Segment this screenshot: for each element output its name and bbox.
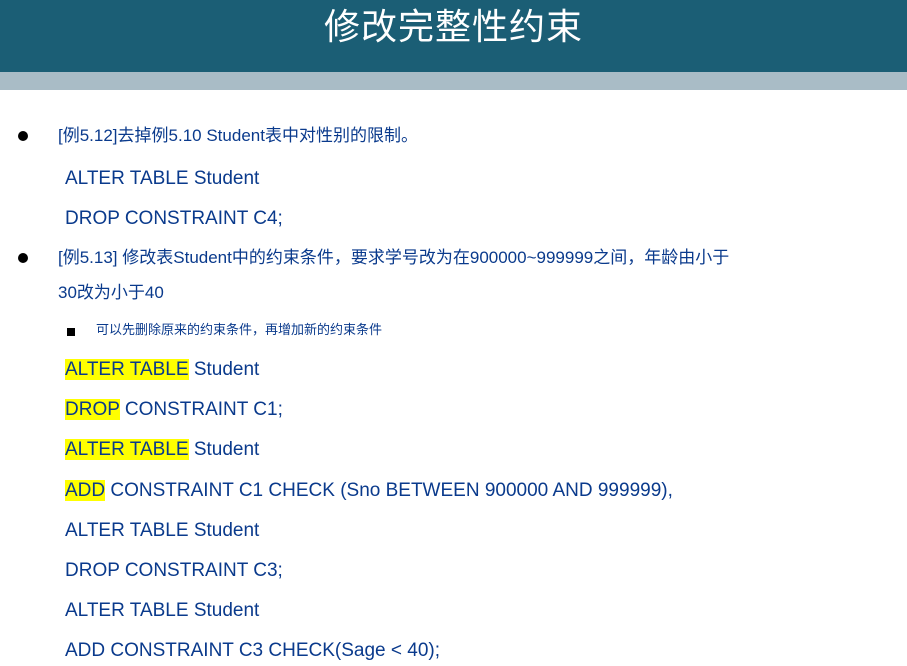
code-line-8: DROP CONSTRAINT C3; bbox=[65, 560, 283, 581]
code-rest: CONSTRAINT C1; bbox=[119, 399, 283, 420]
code-line-7: ALTER TABLE Student bbox=[65, 520, 260, 541]
bullet-example-5-13-line2: 30改为小于40 bbox=[58, 283, 164, 302]
title-divider-stripe bbox=[0, 72, 907, 90]
bullet-example-5-12: [例5.12]去掉例5.10 Student表中对性别的限制。 bbox=[58, 126, 418, 145]
code-rest: Student bbox=[188, 439, 260, 460]
sub-bullet-text: 可以先删除原来的约束条件，再增加新的约束条件 bbox=[96, 323, 383, 338]
bullet-example-5-13-line1: [例5.13] 修改表Student中的约束条件，要求学号改为在900000~9… bbox=[58, 248, 730, 267]
code-line-10: ADD CONSTRAINT C3 CHECK(Sage < 40); bbox=[65, 640, 440, 661]
code-line-5: ALTER TABLE Student bbox=[65, 438, 259, 462]
bullet-dot-icon bbox=[18, 131, 28, 141]
code-line-2: DROP CONSTRAINT C4; bbox=[65, 208, 283, 229]
highlight-keyword: ALTER TABLE bbox=[65, 439, 189, 460]
code-line-6: ADD CONSTRAINT C1 CHECK (Sno BETWEEN 900… bbox=[65, 479, 673, 503]
slide-title: 修改完整性约束 bbox=[323, 7, 583, 48]
code-line-3: ALTER TABLE Student bbox=[65, 358, 259, 382]
code-line-9: ALTER TABLE Student bbox=[65, 600, 260, 621]
highlight-keyword: ALTER TABLE bbox=[65, 359, 189, 380]
code-rest: CONSTRAINT C1 CHECK (Sno BETWEEN 900000 … bbox=[105, 480, 673, 501]
bullet-dot-icon bbox=[18, 253, 28, 263]
highlight-keyword: ADD bbox=[65, 480, 106, 501]
highlight-keyword: DROP bbox=[65, 399, 120, 420]
code-rest: Student bbox=[188, 359, 260, 380]
code-line-1: ALTER TABLE Student bbox=[65, 168, 260, 189]
sub-bullet-square-icon bbox=[67, 328, 75, 336]
code-line-4: DROP CONSTRAINT C1; bbox=[65, 398, 283, 422]
